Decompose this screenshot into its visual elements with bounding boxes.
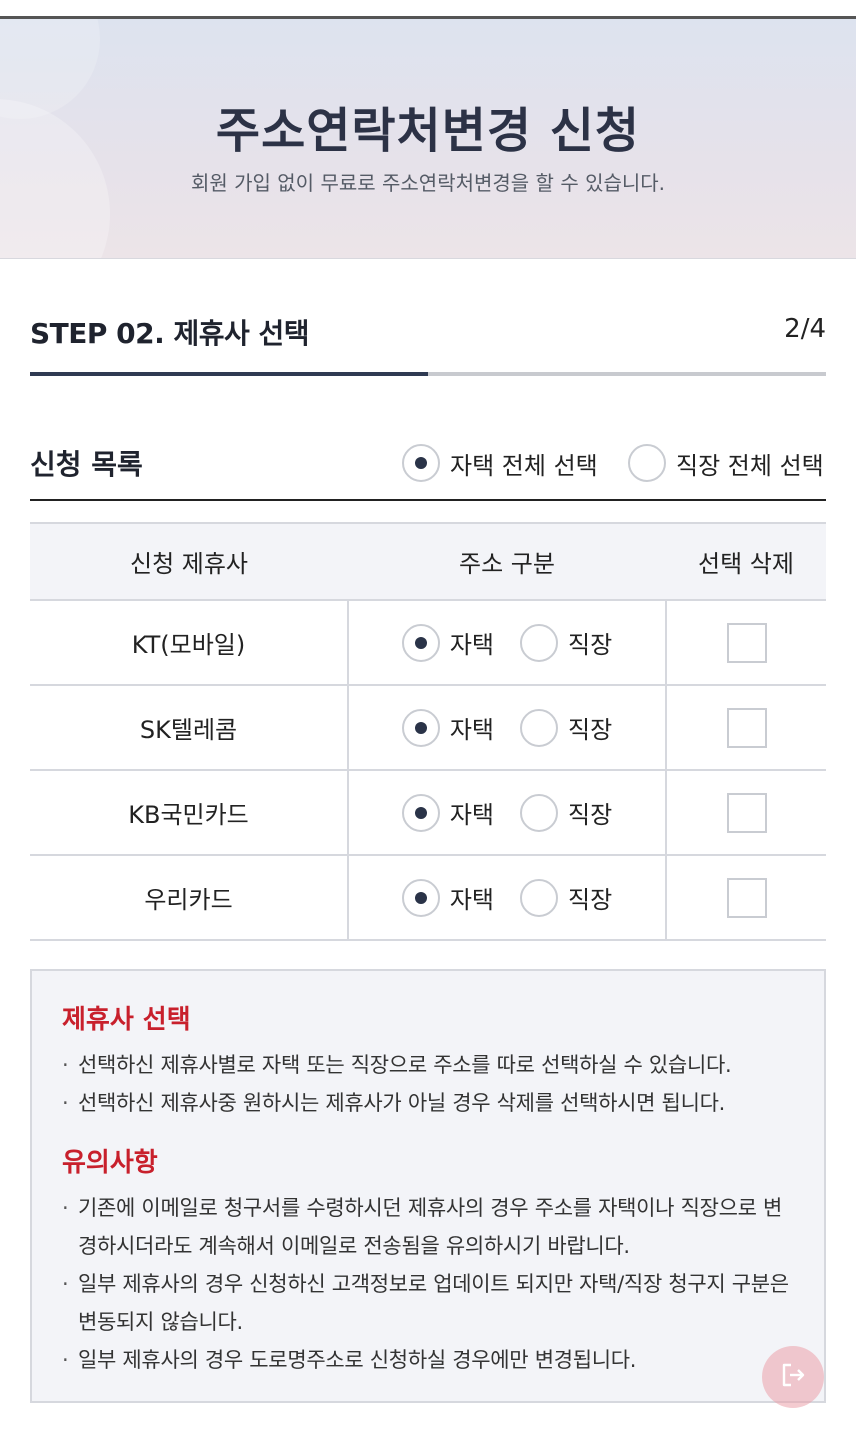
address-type-radio-group: 자택 직장 [349, 878, 665, 917]
step-title: STEP 02. 제휴사 선택 [30, 317, 310, 350]
address-home-label: 자택 [449, 801, 494, 829]
step-count: 2/4 [784, 314, 826, 344]
address-home-label: 자택 [449, 886, 494, 914]
table-row: KB국민카드 자택 직장 [30, 770, 826, 856]
address-type-radio-group: 자택 직장 [349, 793, 665, 832]
notice-partner-title: 제휴사 선택 [62, 1005, 191, 1035]
column-header-address-type: 주소 구분 [348, 522, 666, 601]
partner-name: 우리카드 [30, 855, 348, 941]
column-header-partner: 신청 제휴사 [30, 522, 348, 601]
partner-name: KB국민카드 [30, 770, 348, 856]
page-subtitle: 회원 가입 없이 무료로 주소연락처변경을 할 수 있습니다. [190, 171, 666, 195]
address-type-cell: 자택 직장 [347, 685, 667, 771]
notice-box: 제휴사 선택 선택하신 제휴사별로 자택 또는 직장으로 주소를 따로 선택하실… [30, 969, 826, 1403]
table-row: 우리카드 자택 직장 [30, 855, 826, 941]
select-home-all-label: 자택 전체 선택 [450, 451, 598, 480]
address-work-label: 직장 [568, 716, 613, 744]
delete-cell [666, 855, 826, 941]
address-type-radio-group: 자택 직장 [349, 708, 665, 747]
select-work-all-label: 직장 전체 선택 [676, 451, 824, 480]
radio-icon[interactable] [628, 444, 666, 482]
table-header-row: 신청 제휴사 주소 구분 선택 삭제 [30, 522, 826, 601]
page-title: 주소연락처변경 신청 [215, 103, 641, 159]
address-type-cell: 자택 직장 [347, 600, 667, 686]
address-type-cell: 자택 직장 [347, 770, 667, 856]
address-work-label: 직장 [568, 886, 613, 914]
step-progress-fill [30, 372, 428, 376]
column-header-delete: 선택 삭제 [666, 522, 826, 601]
exit-icon [777, 1359, 809, 1395]
list-title: 신청 목록 [30, 448, 143, 481]
address-work-option[interactable]: 직장 [520, 878, 613, 917]
radio-icon[interactable] [401, 793, 440, 832]
address-work-label: 직장 [568, 801, 613, 829]
address-type-radio-group: 자택 직장 [349, 623, 665, 662]
address-home-option[interactable]: 자택 [401, 623, 494, 662]
address-home-option[interactable]: 자택 [401, 878, 494, 917]
radio-icon[interactable] [401, 708, 440, 747]
partner-name: KT(모바일) [30, 600, 348, 686]
delete-cell [666, 600, 826, 686]
address-type-cell: 자택 직장 [347, 855, 667, 941]
radio-icon[interactable] [520, 793, 558, 832]
delete-cell [666, 770, 826, 856]
notice-item: 선택하신 제휴사별로 자택 또는 직장으로 주소를 따로 선택하실 수 있습니다… [62, 1046, 794, 1084]
notice-item: 일부 제휴사의 경우 도로명주소로 신청하실 경우에만 변경됩니다. [62, 1341, 794, 1379]
partner-table: 신청 제휴사 주소 구분 선택 삭제 KT(모바일) 자택 직장 SK텔레콤 자택 직장 K… [30, 522, 826, 941]
select-home-all-radio[interactable]: 자택 전체 선택 [402, 444, 598, 482]
address-work-option[interactable]: 직장 [520, 793, 613, 832]
notice-partner-list: 선택하신 제휴사별로 자택 또는 직장으로 주소를 따로 선택하실 수 있습니다… [62, 1046, 794, 1122]
table-row: SK텔레콤 자택 직장 [30, 685, 826, 771]
notice-caution-list: 기존에 이메일로 청구서를 수령하시던 제휴사의 경우 주소를 자택이나 직장으… [62, 1189, 794, 1379]
radio-icon[interactable] [401, 623, 440, 662]
list-divider [30, 499, 826, 501]
delete-cell [666, 685, 826, 771]
address-work-label: 직장 [568, 631, 613, 659]
notice-item: 일부 제휴사의 경우 신청하신 고객정보로 업데이트 되지만 자택/직장 청구지… [62, 1265, 794, 1341]
delete-checkbox[interactable] [726, 622, 767, 663]
radio-icon[interactable] [401, 878, 440, 917]
top-bar [0, 0, 856, 19]
delete-checkbox[interactable] [726, 792, 767, 833]
hero-banner: 주소연락처변경 신청 회원 가입 없이 무료로 주소연락처변경을 할 수 있습니… [0, 19, 856, 259]
address-home-label: 자택 [449, 716, 494, 744]
delete-checkbox[interactable] [726, 877, 767, 918]
table-row: KT(모바일) 자택 직장 [30, 600, 826, 686]
notice-item: 기존에 이메일로 청구서를 수령하시던 제휴사의 경우 주소를 자택이나 직장으… [62, 1189, 794, 1265]
radio-icon[interactable] [520, 623, 558, 662]
notice-caution-title: 유의사항 [62, 1148, 158, 1178]
notice-item: 선택하신 제휴사중 원하시는 제휴사가 아닐 경우 삭제를 선택하시면 됩니다. [62, 1084, 794, 1122]
address-home-label: 자택 [449, 631, 494, 659]
step-progress-bar [30, 372, 826, 376]
exit-button[interactable] [762, 1346, 824, 1408]
select-work-all-radio[interactable]: 직장 전체 선택 [628, 444, 824, 482]
address-home-option[interactable]: 자택 [401, 708, 494, 747]
address-work-option[interactable]: 직장 [520, 623, 613, 662]
radio-icon[interactable] [520, 878, 558, 917]
address-home-option[interactable]: 자택 [401, 793, 494, 832]
address-work-option[interactable]: 직장 [520, 708, 613, 747]
delete-checkbox[interactable] [726, 707, 767, 748]
radio-icon[interactable] [402, 444, 440, 482]
radio-icon[interactable] [520, 708, 558, 747]
partner-name: SK텔레콤 [30, 685, 348, 771]
